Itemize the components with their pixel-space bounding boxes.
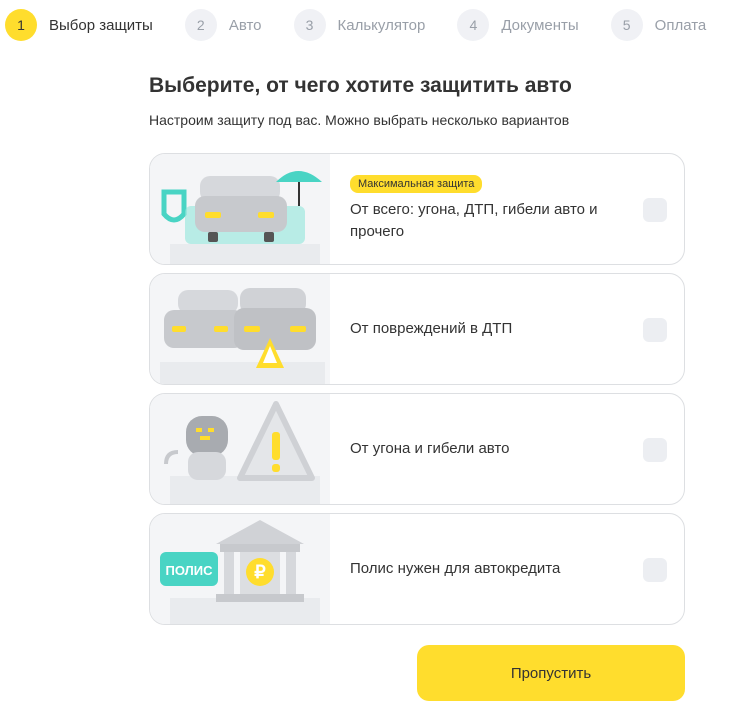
step-label: Выбор защиты (49, 16, 153, 34)
option-text: Полис нужен для автокредита (350, 514, 630, 624)
step-number: 2 (184, 9, 217, 41)
step-number: 1 (5, 9, 37, 41)
option-label: От всего: угона, ДТП, гибели авто и проч… (350, 201, 598, 240)
progress-stepper: 1 Выбор защиты 2 Авто 3 Калькулятор 4 До… (5, 8, 750, 42)
car-shield-umbrella-icon (150, 154, 330, 264)
step-number: 4 (457, 9, 490, 41)
thief-warning-icon (150, 394, 330, 504)
car-crash-icon (150, 274, 330, 384)
option-text: От повреждений в ДТП (350, 274, 630, 384)
policy-card-text: ПОЛИС (166, 563, 214, 578)
step-label: Калькулятор (337, 16, 426, 34)
option-accident-damage[interactable]: От повреждений в ДТП (149, 273, 685, 385)
option-checkbox[interactable] (643, 438, 667, 462)
skip-button[interactable]: Пропустить (417, 645, 685, 701)
option-checkbox[interactable] (643, 318, 667, 342)
step-protection-choice[interactable]: 1 Выбор защиты (5, 9, 153, 41)
option-theft-total-loss[interactable]: От угона и гибели авто (149, 393, 685, 505)
option-text: От угона и гибели авто (350, 394, 630, 504)
option-checkbox[interactable] (643, 198, 667, 222)
step-documents[interactable]: 4 Документы (457, 9, 579, 41)
page-title: Выберите, от чего хотите защитить авто (149, 74, 572, 97)
max-protection-badge: Максимальная защита (350, 175, 483, 193)
option-label: От повреждений в ДТП (350, 320, 513, 337)
step-label: Авто (228, 16, 262, 34)
step-label: Оплата (654, 16, 707, 34)
option-checkbox[interactable] (643, 558, 667, 582)
step-calculator[interactable]: 3 Калькулятор (293, 9, 426, 41)
option-full-protection[interactable]: Максимальная защита От всего: угона, ДТП… (149, 153, 685, 265)
svg-text:₽: ₽ (254, 562, 266, 582)
step-label: Документы (501, 16, 579, 34)
step-payment[interactable]: 5 Оплата (610, 9, 707, 41)
option-label: Полис нужен для автокредита (350, 560, 561, 577)
step-car[interactable]: 2 Авто (184, 9, 262, 41)
bank-policy-icon: ₽ ПОЛИС (150, 514, 330, 624)
page-subtitle: Настроим защиту под вас. Можно выбрать н… (149, 112, 570, 128)
step-number: 3 (293, 9, 326, 41)
protection-options-list: Максимальная защита От всего: угона, ДТП… (149, 153, 685, 633)
option-text: Максимальная защита От всего: угона, ДТП… (350, 154, 630, 264)
option-car-loan-policy[interactable]: ₽ ПОЛИС Полис нужен для автокредита (149, 513, 685, 625)
option-label: От угона и гибели авто (350, 440, 510, 457)
step-number: 5 (610, 9, 643, 41)
